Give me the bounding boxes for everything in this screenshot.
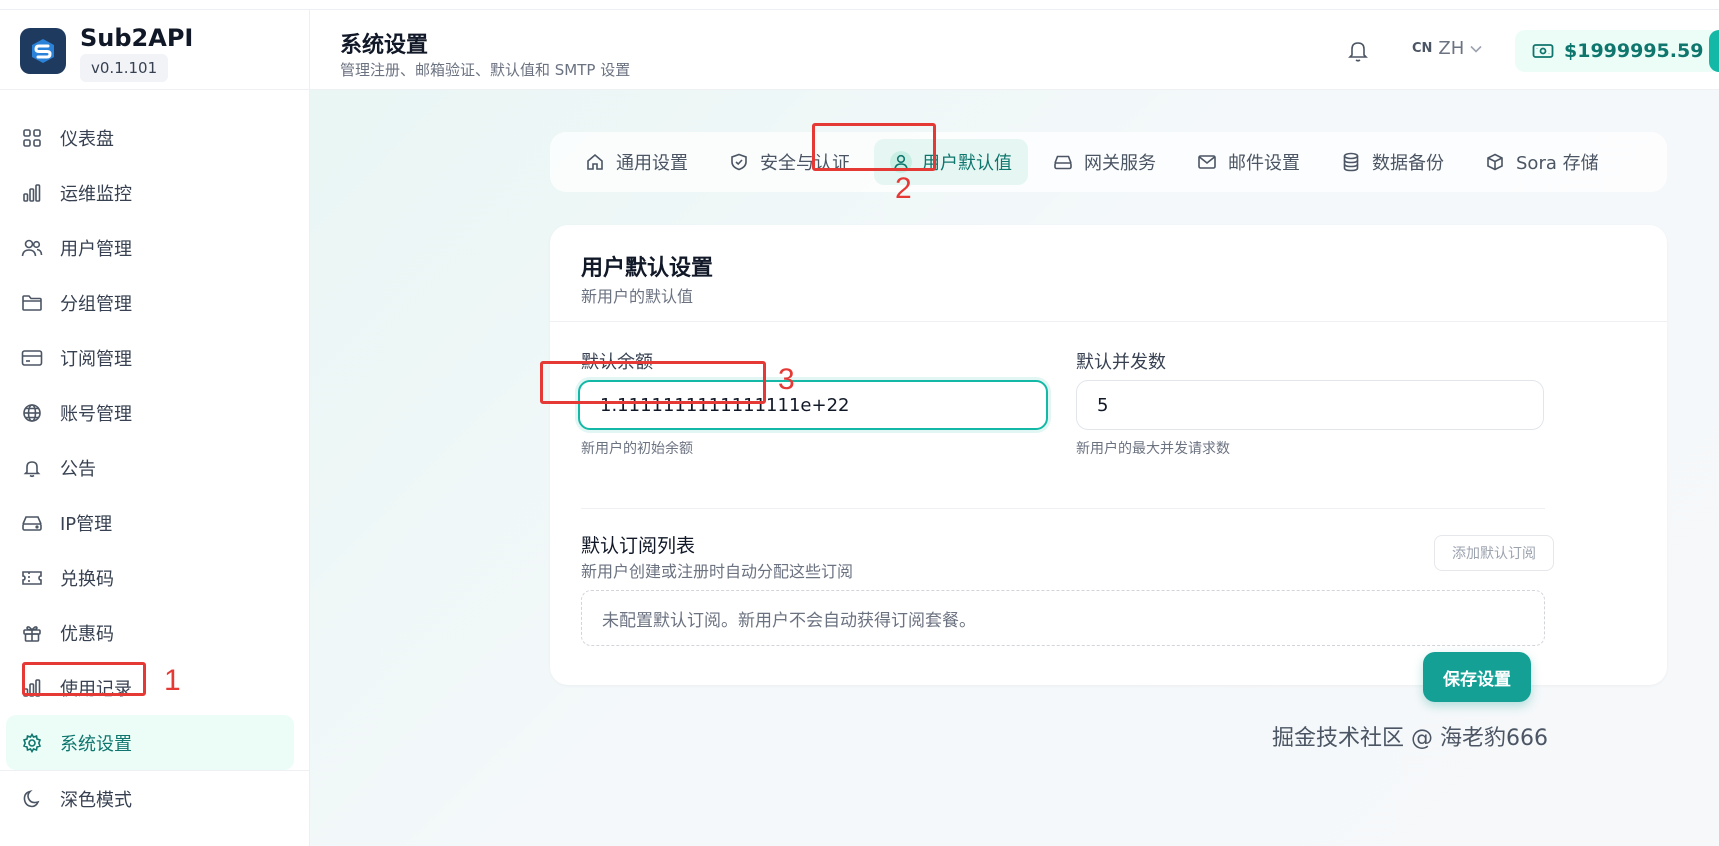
default-balance-hint: 新用户的初始余额 [581,441,693,457]
page-subtitle: 管理注册、邮箱验证、默认值和 SMTP 设置 [340,61,631,79]
shield-icon [728,151,750,173]
cube-icon [1484,151,1506,173]
page-title: 系统设置 [340,33,429,58]
sidebar-item-subscriptions[interactable]: 订阅管理 [0,330,310,385]
annotation-number-2: 2 [895,172,912,205]
language-switcher[interactable]: CN ZH [1412,38,1482,59]
save-settings-button[interactable]: 保存设置 [1423,652,1531,702]
sidebar-item-accounts[interactable]: 账号管理 [0,385,310,440]
default-concurrency-label: 默认并发数 [1076,352,1166,373]
sidebar-item-dashboard[interactable]: 仪表盘 [0,110,310,165]
grid-icon [20,126,44,150]
sidebar-item-label: 用户管理 [60,238,132,260]
bar-chart-icon [20,181,44,205]
card-divider [550,321,1667,322]
version-badge: v0.1.101 [80,54,169,82]
gift-icon [20,621,44,645]
sidebar-item-users[interactable]: 用户管理 [0,220,310,275]
page-header: 系统设置 管理注册、邮箱验证、默认值和 SMTP 设置 CN ZH $19999… [310,10,1719,90]
database-icon [1340,151,1362,173]
tab-general[interactable]: 通用设置 [568,139,704,185]
globe-icon [20,401,44,425]
section-divider [581,508,1545,509]
tab-label: 通用设置 [616,153,688,174]
gear-icon [20,731,44,755]
annotation-number-1: 1 [164,664,181,697]
chevron-down-icon [1470,45,1482,53]
default-concurrency-hint: 新用户的最大并发请求数 [1076,441,1230,457]
top-border [0,0,1719,10]
tab-mail[interactable]: 邮件设置 [1180,139,1316,185]
sidebar-item-label: 订阅管理 [60,348,132,370]
sidebar-item-redeem-codes[interactable]: 兑换码 [0,550,310,605]
home-icon [584,151,606,173]
settings-tabs: 通用设置 安全与认证 用户默认值 网关服务 邮件设置 数据备份 Sora 存储 [550,132,1667,192]
language-flag: CN [1412,41,1433,56]
app-name: Sub2API [80,24,194,52]
server-icon [1052,151,1074,173]
tab-sora-storage[interactable]: Sora 存储 [1468,139,1615,185]
notification-bell-icon[interactable] [1347,39,1369,63]
sidebar-item-label: 账号管理 [60,403,132,425]
sidebar-item-groups[interactable]: 分组管理 [0,275,310,330]
tab-label: 网关服务 [1084,153,1156,174]
dark-mode-toggle[interactable]: 深色模式 [0,771,310,826]
main-content: 通用设置 安全与认证 用户默认值 网关服务 邮件设置 数据备份 Sora 存储 … [310,90,1719,846]
default-subscriptions-title: 默认订阅列表 [581,535,696,557]
tab-label: Sora 存储 [1516,153,1599,174]
sidebar-item-ip-management[interactable]: IP管理 [0,495,310,550]
dark-mode-label: 深色模式 [60,789,132,811]
user-avatar[interactable] [1709,30,1719,72]
users-icon [20,236,44,260]
sidebar-item-label: 优惠码 [60,623,114,645]
sidebar-item-announcements[interactable]: 公告 [0,440,310,495]
sidebar-item-label: 仪表盘 [60,128,114,150]
annotation-box-1 [22,662,146,696]
sidebar-item-label: IP管理 [60,513,113,535]
sidebar-item-label: 兑换码 [60,568,114,590]
bell-icon [20,456,44,480]
sidebar-item-promo-codes[interactable]: 优惠码 [0,605,310,660]
annotation-box-3 [540,361,766,404]
balance-badge[interactable]: $1999995.59 [1515,30,1719,72]
brand-header: Sub2API v0.1.101 [0,10,310,90]
moon-icon [20,787,44,811]
app-window: Sub2API v0.1.101 仪表盘 运维监控 用户管理 分组管理 订阅管理… [0,0,1719,846]
app-logo-icon[interactable] [20,28,66,74]
default-concurrency-input[interactable]: 5 [1076,380,1544,430]
sidebar-item-system-settings[interactable]: 系统设置 [6,715,294,770]
tab-label: 邮件设置 [1228,153,1300,174]
folder-icon [20,291,44,315]
language-code: ZH [1438,38,1465,59]
tab-gateway[interactable]: 网关服务 [1036,139,1172,185]
card-title: 用户默认设置 [581,256,714,281]
sidebar-nav: 仪表盘 运维监控 用户管理 分组管理 订阅管理 账号管理 公告 IP管理 兑换码… [0,110,310,826]
mail-icon [1196,151,1218,173]
sidebar-item-label: 分组管理 [60,293,132,315]
add-default-subscription-button[interactable]: 添加默认订阅 [1434,535,1554,571]
sidebar-item-label: 运维监控 [60,183,132,205]
sidebar: Sub2API v0.1.101 仪表盘 运维监控 用户管理 分组管理 订阅管理… [0,10,310,846]
annotation-number-3: 3 [778,363,795,396]
default-subscriptions-description: 新用户创建或注册时自动分配这些订阅 [581,562,854,581]
balance-amount: $1999995.59 [1564,40,1704,62]
tab-label: 数据备份 [1372,153,1444,174]
sidebar-item-label: 公告 [60,458,96,480]
ticket-icon [20,566,44,590]
server-icon [20,511,44,535]
subscriptions-empty-state: 未配置默认订阅。新用户不会自动获得订阅套餐。 [581,590,1545,646]
wallet-icon [1532,43,1554,59]
sidebar-item-label: 系统设置 [60,733,132,755]
annotation-box-2 [812,123,936,171]
tab-backup[interactable]: 数据备份 [1324,139,1460,185]
watermark: 掘金技术社区 @ 海老豹666 [1272,726,1548,751]
credit-card-icon [20,346,44,370]
sidebar-item-ops-monitor[interactable]: 运维监控 [0,165,310,220]
user-defaults-card: 用户默认设置 新用户的默认值 默认余额 1.1111111111111111e+… [550,225,1667,685]
card-subtitle: 新用户的默认值 [581,287,694,306]
